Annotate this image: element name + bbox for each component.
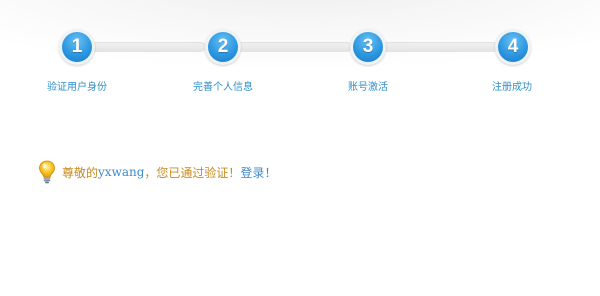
step-1-badge: 1 [59, 29, 95, 65]
step-1-number: 1 [62, 32, 92, 62]
step-4-label: 注册成功 [492, 82, 532, 93]
step-connector-3-4 [382, 42, 498, 52]
step-3-number: 3 [353, 32, 383, 62]
step-connector-1-2 [90, 42, 206, 52]
message-suffix: ！ [264, 165, 277, 180]
step-connector-2-3 [236, 42, 352, 52]
step-4-number: 4 [498, 32, 528, 62]
step-4-badge: 4 [495, 29, 531, 65]
step-2-label: 完善个人信息 [193, 82, 253, 93]
message-username: yxwang [98, 165, 145, 179]
step-3-label: 账号激活 [348, 82, 388, 93]
message-body: ，您已通过验证！ [144, 165, 241, 180]
step-1-label: 验证用户身份 [47, 82, 107, 93]
lightbulb-icon [39, 160, 55, 184]
step-2-number: 2 [208, 32, 238, 62]
step-3-badge: 3 [350, 29, 386, 65]
message-prefix: 尊敬的 [62, 165, 99, 180]
step-2-badge: 2 [205, 29, 241, 65]
verification-success-message: 尊敬的 yxwang ，您已通过验证！ 登录！ [38, 160, 276, 184]
registration-stepper: 1 2 3 4 验证用户身份 完善个人信息 账号激活 注册成功 [0, 0, 600, 100]
login-link[interactable]: 登录 [240, 164, 264, 181]
